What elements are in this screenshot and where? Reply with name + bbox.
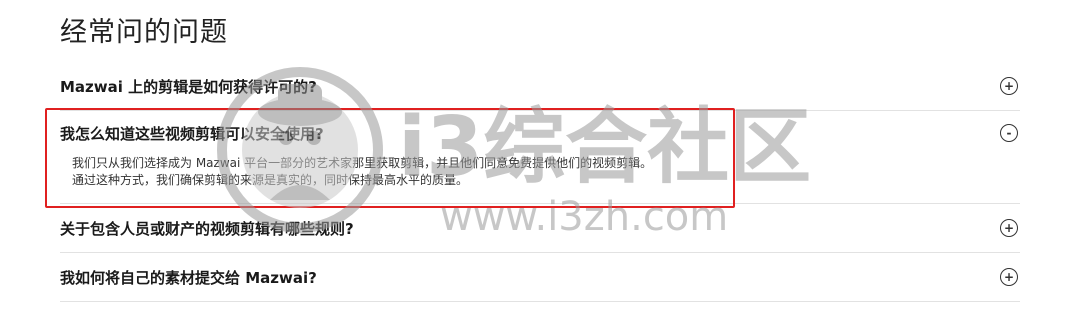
- faq-list: Mazwai 上的剪辑是如何获得许可的? + 我怎么知道这些视频剪辑可以安全使用…: [60, 62, 1020, 302]
- expand-plus-icon[interactable]: +: [1000, 77, 1018, 95]
- faq-answer-line: 我们只从我们选择成为 Mazwai 平台一部分的艺术家那里获取剪辑，并且他们同意…: [72, 156, 653, 170]
- expand-plus-icon[interactable]: +: [1000, 268, 1018, 286]
- faq-question-people-property[interactable]: 关于包含人员或财产的视频剪辑有哪些规则? +: [60, 204, 1020, 252]
- faq-answer-line: 通过这种方式，我们确保剪辑的来源是真实的，同时保持最高水平的质量。: [72, 173, 469, 187]
- collapse-minus-icon[interactable]: -: [1000, 124, 1018, 142]
- faq-item: 我怎么知道这些视频剪辑可以安全使用? - 我们只从我们选择成为 Mazwai 平…: [60, 111, 1020, 204]
- expand-plus-icon[interactable]: +: [1000, 219, 1018, 237]
- faq-item: Mazwai 上的剪辑是如何获得许可的? +: [60, 62, 1020, 111]
- faq-question-text: 关于包含人员或财产的视频剪辑有哪些规则?: [60, 219, 354, 238]
- faq-question-text: 我如何将自己的素材提交给 Mazwai?: [60, 268, 317, 287]
- page-title: 经常问的问题: [60, 17, 228, 48]
- faq-question-text: Mazwai 上的剪辑是如何获得许可的?: [60, 77, 317, 96]
- faq-item: 我如何将自己的素材提交给 Mazwai? +: [60, 253, 1020, 302]
- faq-answer: 我们只从我们选择成为 Mazwai 平台一部分的艺术家那里获取剪辑，并且他们同意…: [60, 155, 1020, 203]
- faq-question-safety[interactable]: 我怎么知道这些视频剪辑可以安全使用? -: [60, 111, 1020, 155]
- faq-item: 关于包含人员或财产的视频剪辑有哪些规则? +: [60, 204, 1020, 253]
- faq-question-text: 我怎么知道这些视频剪辑可以安全使用?: [60, 124, 324, 143]
- faq-question-licensing[interactable]: Mazwai 上的剪辑是如何获得许可的? +: [60, 62, 1020, 110]
- faq-question-submit[interactable]: 我如何将自己的素材提交给 Mazwai? +: [60, 253, 1020, 301]
